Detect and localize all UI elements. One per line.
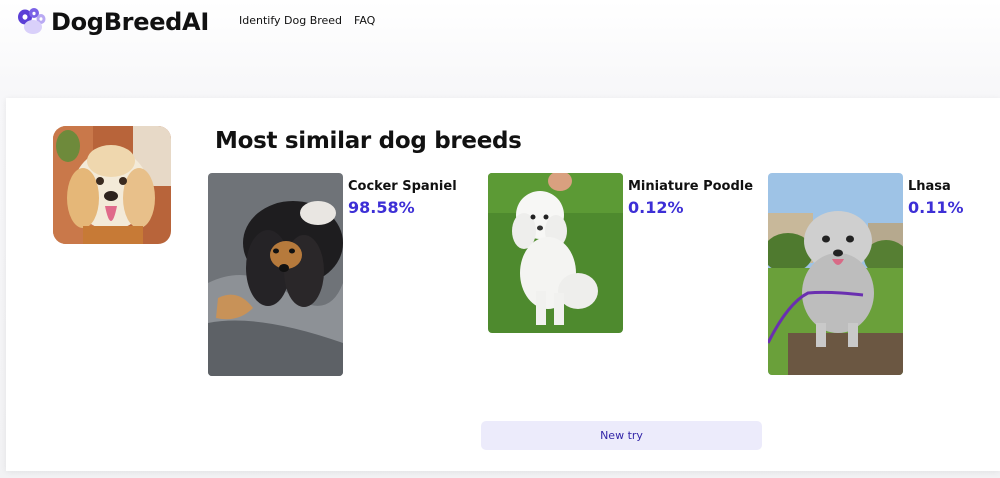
cocker-spaniel-photo: [208, 173, 343, 376]
miniature-poodle-photo: [488, 173, 623, 333]
breed-percentage: 0.12%: [628, 198, 684, 217]
nav-identify-dog-breed[interactable]: Identify Dog Breed: [239, 14, 342, 28]
paw-icon: [18, 8, 46, 34]
breed-percentage: 0.11%: [908, 198, 964, 217]
breed-name: Cocker Spaniel: [348, 179, 457, 194]
brand-name: DogBreedAI: [51, 8, 209, 36]
brand-logo[interactable]: DogBreedAI: [16, 7, 209, 37]
new-try-button[interactable]: New try: [481, 421, 762, 450]
lhasa-photo: [768, 173, 903, 375]
results-title: Most similar dog breeds: [215, 128, 522, 154]
top-navigation: DogBreedAI Identify Dog Breed FAQ: [0, 0, 1000, 44]
breed-percentage: 98.58%: [348, 198, 415, 217]
breed-name: Miniature Poodle: [628, 179, 754, 194]
breed-name: Lhasa: [908, 179, 951, 194]
uploaded-dog-photo: [53, 126, 171, 244]
nav-faq[interactable]: FAQ: [354, 14, 375, 28]
